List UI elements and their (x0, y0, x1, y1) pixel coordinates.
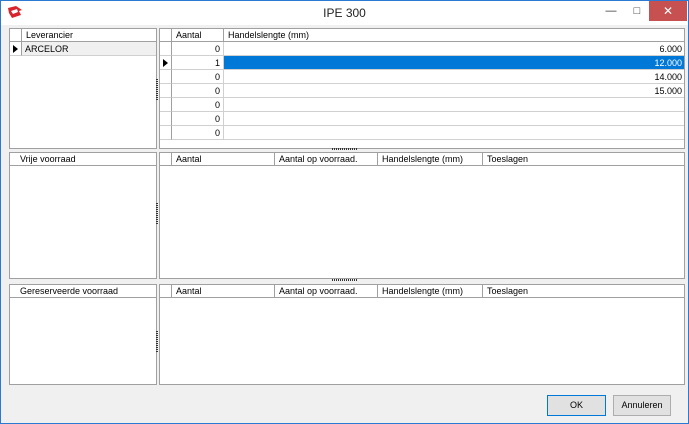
splitter-grip-bottom[interactable] (156, 331, 158, 353)
column-header-length[interactable]: Handelslengte (mm) (378, 285, 483, 298)
column-header-qty-stock[interactable]: Aantal op voorraad. (275, 153, 378, 166)
title-bar[interactable]: IPE 300 — □ ✕ (1, 1, 688, 25)
splitter-grip-horizontal-2[interactable] (332, 279, 358, 281)
length-cell[interactable] (224, 112, 684, 126)
column-header-length[interactable]: Handelslengte (mm) (224, 29, 684, 42)
length-cell[interactable]: 15.000 (224, 84, 684, 98)
qty-cell[interactable]: 1 (172, 56, 224, 70)
column-header-qty-stock[interactable]: Aantal op voorraad. (275, 285, 378, 298)
qty-cell[interactable]: 0 (172, 126, 224, 140)
ok-button[interactable]: OK (547, 395, 606, 416)
column-header-surcharges[interactable]: Toeslagen (483, 153, 684, 166)
reserved-stock-list[interactable]: Gereserveerde voorraad (9, 284, 157, 385)
grid-corner (160, 285, 172, 298)
supplier-cell[interactable]: ARCELOR (22, 42, 156, 56)
column-header-length[interactable]: Handelslengte (mm) (378, 153, 483, 166)
row-header-current[interactable] (160, 56, 172, 70)
length-cell[interactable]: 6.000 (224, 42, 684, 56)
row-header[interactable] (160, 98, 172, 112)
grid-corner (10, 29, 22, 42)
main-window: IPE 300 — □ ✕ Leverancier ARCELOR Aantal… (0, 0, 689, 424)
window-title: IPE 300 (323, 6, 366, 20)
cancel-button[interactable]: Annuleren (613, 395, 671, 416)
current-row-arrow-icon (13, 45, 18, 53)
splitter-grip-horizontal-1[interactable] (332, 148, 358, 150)
reserved-stock-grid[interactable]: Aantal Aantal op voorraad. Handelslengte… (159, 284, 685, 385)
row-header[interactable] (160, 84, 172, 98)
close-icon[interactable]: ✕ (649, 1, 687, 21)
row-header[interactable] (160, 42, 172, 56)
free-stock-list[interactable]: Vrije voorraad (9, 152, 157, 279)
column-header-qty[interactable]: Aantal (172, 285, 275, 298)
length-cell[interactable] (224, 98, 684, 112)
splitter-grip-top[interactable] (156, 79, 158, 101)
grid-corner (160, 153, 172, 166)
minimize-icon[interactable]: — (597, 1, 625, 21)
row-header[interactable] (160, 126, 172, 140)
column-header-free-stock[interactable]: Vrije voorraad (10, 153, 156, 166)
free-stock-grid[interactable]: Aantal Aantal op voorraad. Handelslengte… (159, 152, 685, 279)
row-header[interactable] (160, 70, 172, 84)
current-row-arrow-icon (163, 59, 168, 67)
qty-cell[interactable]: 0 (172, 84, 224, 98)
row-header[interactable] (160, 112, 172, 126)
lengths-grid[interactable]: Aantal Handelslengte (mm) 0 6.000 1 12.0… (159, 28, 685, 149)
column-header-qty[interactable]: Aantal (172, 153, 275, 166)
qty-cell[interactable]: 0 (172, 42, 224, 56)
grid-corner (160, 29, 172, 42)
row-header-current[interactable] (10, 42, 22, 56)
column-header-surcharges[interactable]: Toeslagen (483, 285, 684, 298)
column-header-supplier[interactable]: Leverancier (22, 29, 156, 42)
length-cell-selected[interactable]: 12.000 (224, 56, 684, 70)
qty-cell[interactable]: 0 (172, 70, 224, 84)
qty-cell[interactable]: 0 (172, 112, 224, 126)
length-cell[interactable]: 14.000 (224, 70, 684, 84)
supplier-grid[interactable]: Leverancier ARCELOR (9, 28, 157, 149)
column-header-reserved-stock[interactable]: Gereserveerde voorraad (10, 285, 156, 298)
length-cell[interactable] (224, 126, 684, 140)
qty-cell[interactable]: 0 (172, 98, 224, 112)
column-header-qty[interactable]: Aantal (172, 29, 224, 42)
maximize-icon[interactable]: □ (623, 1, 651, 21)
splitter-grip-middle[interactable] (156, 203, 158, 225)
